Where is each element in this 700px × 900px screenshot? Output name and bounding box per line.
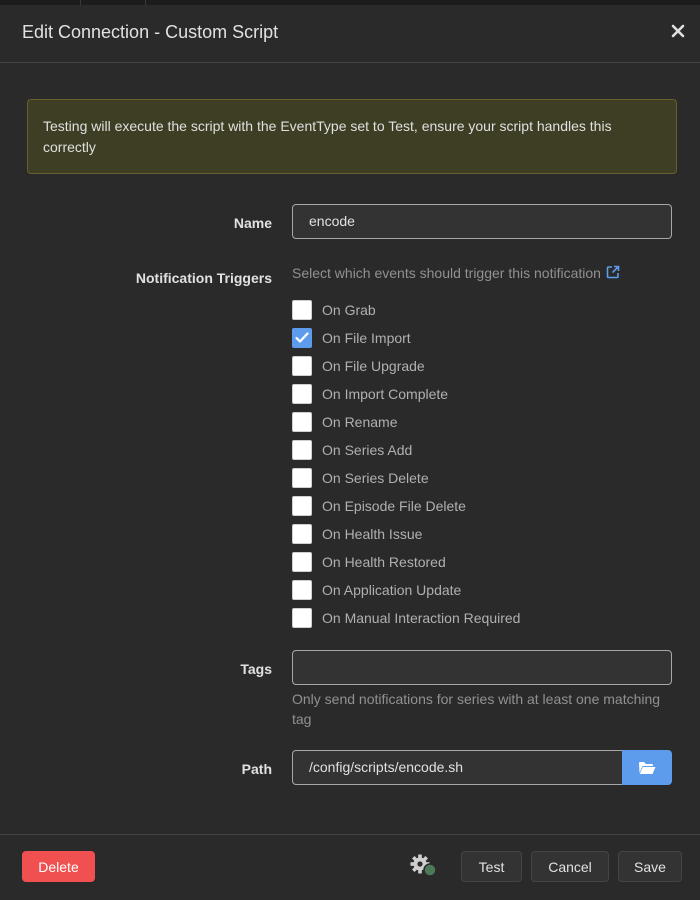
trigger-label: On Episode File Delete [322,498,466,514]
trigger-label: On Manual Interaction Required [322,610,521,626]
path-input[interactable]: /config/scripts/encode.sh [292,750,623,785]
trigger-row[interactable]: On File Import [292,328,411,348]
cancel-button[interactable]: Cancel [531,851,609,882]
trigger-row[interactable]: On Series Add [292,440,412,460]
notification-triggers-label: Notification Triggers [135,270,272,286]
edit-connection-modal: Edit Connection - Custom Script Testing … [0,5,700,898]
modal-header: Edit Connection - Custom Script [0,5,700,63]
trigger-checkbox[interactable] [292,496,312,516]
trigger-row[interactable]: On File Upgrade [292,356,425,376]
modal-footer: Delete Test Cancel Save [0,834,700,898]
folder-open-icon [639,761,656,774]
trigger-label: On Health Issue [322,526,423,542]
trigger-row[interactable]: On Grab [292,300,376,320]
trigger-checkbox[interactable] [292,328,312,348]
trigger-label: On Application Update [322,582,462,598]
trigger-checkbox[interactable] [292,524,312,544]
trigger-checkbox[interactable] [292,384,312,404]
trigger-row[interactable]: On Manual Interaction Required [292,608,520,628]
triggers-help: Select which events should trigger this … [292,263,620,283]
trigger-checkbox[interactable] [292,440,312,460]
trigger-label: On Series Add [322,442,413,458]
external-link-icon[interactable] [606,264,620,279]
trigger-label: On File Import [322,330,411,346]
tags-input[interactable] [292,650,672,685]
triggers-help-text: Select which events should trigger this … [292,265,601,281]
trigger-checkbox[interactable] [292,468,312,488]
trigger-label: On Health Restored [322,554,446,570]
trigger-row[interactable]: On Application Update [292,580,461,600]
name-label: Name [233,215,272,231]
trigger-checkbox[interactable] [292,412,312,432]
trigger-checkbox[interactable] [292,300,312,320]
delete-button[interactable]: Delete [22,851,95,882]
trigger-label: On File Upgrade [322,358,425,374]
check-icon [295,332,309,343]
trigger-label: On Series Delete [322,470,429,486]
modal-title: Edit Connection - Custom Script [22,22,279,42]
trigger-row[interactable]: On Episode File Delete [292,496,466,516]
name-input[interactable]: encode [292,204,672,239]
tags-label: Tags [240,661,272,677]
trigger-row[interactable]: On Import Complete [292,384,448,404]
tags-help: Only send notifications for series with … [292,691,661,727]
trigger-label: On Import Complete [322,386,449,402]
gears-icon[interactable] [409,854,439,880]
test-button[interactable]: Test [461,851,522,882]
save-button[interactable]: Save [618,851,682,882]
trigger-row[interactable]: On Health Restored [292,552,446,572]
trigger-label: On Rename [322,414,398,430]
trigger-checkbox[interactable] [292,580,312,600]
browse-folder-button[interactable] [622,750,672,785]
close-icon[interactable] [668,21,688,41]
trigger-label: On Grab [322,302,376,318]
trigger-checkbox[interactable] [292,552,312,572]
trigger-row[interactable]: On Rename [292,412,397,432]
test-warning-alert: Testing will execute the script with the… [27,99,677,174]
path-label: Path [241,761,272,777]
trigger-checkbox[interactable] [292,608,312,628]
trigger-row[interactable]: On Health Issue [292,524,422,544]
trigger-row[interactable]: On Series Delete [292,468,429,488]
trigger-checkbox[interactable] [292,356,312,376]
